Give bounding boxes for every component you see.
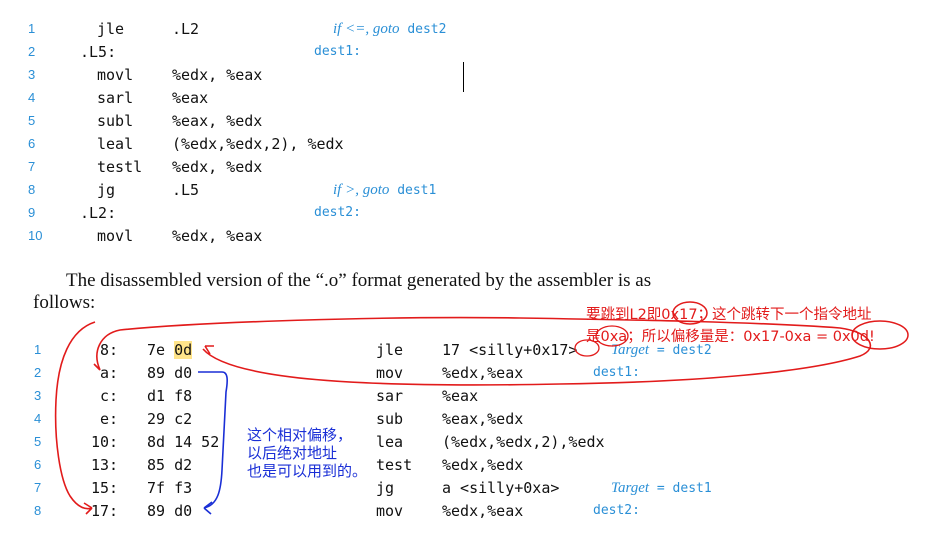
annotation-strokes bbox=[54, 301, 909, 515]
red-jump-arrow bbox=[93, 316, 872, 386]
red-circle-jle-target bbox=[574, 339, 600, 357]
red-circle-0xa bbox=[595, 325, 629, 347]
red-circle-0x0d bbox=[851, 320, 909, 350]
red-side-arrow bbox=[54, 321, 96, 515]
blue-offset-bracket bbox=[198, 371, 228, 515]
